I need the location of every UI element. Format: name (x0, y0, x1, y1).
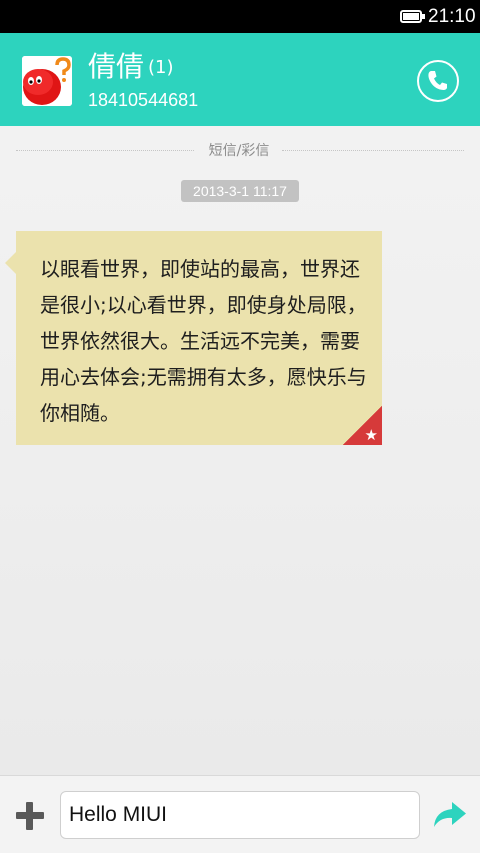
message-text: 以眼看世界，即使站的最高，世界还是很小;以心看世界，即使身处局限，世界依然很大。… (40, 257, 367, 425)
divider-line (16, 150, 194, 151)
unread-count: (1) (148, 57, 174, 78)
battery-full-icon (400, 10, 425, 23)
message-type-divider: 短信/彩信 (16, 140, 464, 162)
contact-phone-number: 18410544681 (88, 90, 199, 110)
message-composer (0, 775, 480, 853)
phone-icon (428, 71, 447, 90)
contact-name: 倩倩 (88, 50, 145, 83)
call-button[interactable] (417, 60, 459, 102)
send-button[interactable] (432, 800, 468, 830)
send-arrow-icon (434, 802, 466, 827)
star-icon: ★ (364, 426, 378, 444)
divider-line (282, 150, 464, 151)
status-bar: 21:10 (0, 0, 480, 33)
starred-badge: ★ (343, 406, 382, 445)
bubble-tail (5, 252, 16, 274)
message-type-label: 短信/彩信 (208, 143, 270, 159)
contact-avatar[interactable] (22, 56, 72, 106)
message-input[interactable] (60, 791, 420, 839)
red-blob-question-avatar-icon (22, 56, 72, 106)
status-time: 21:10 (428, 6, 476, 27)
incoming-message-bubble[interactable]: 以眼看世界，即使站的最高，世界还是很小;以心看世界，即使身处局限，世界依然很大。… (16, 231, 382, 445)
conversation-header: 倩倩 (1) 18410544681 (0, 33, 480, 126)
message-timestamp: 2013-3-1 11:17 (181, 180, 299, 202)
attach-button[interactable] (14, 800, 46, 832)
